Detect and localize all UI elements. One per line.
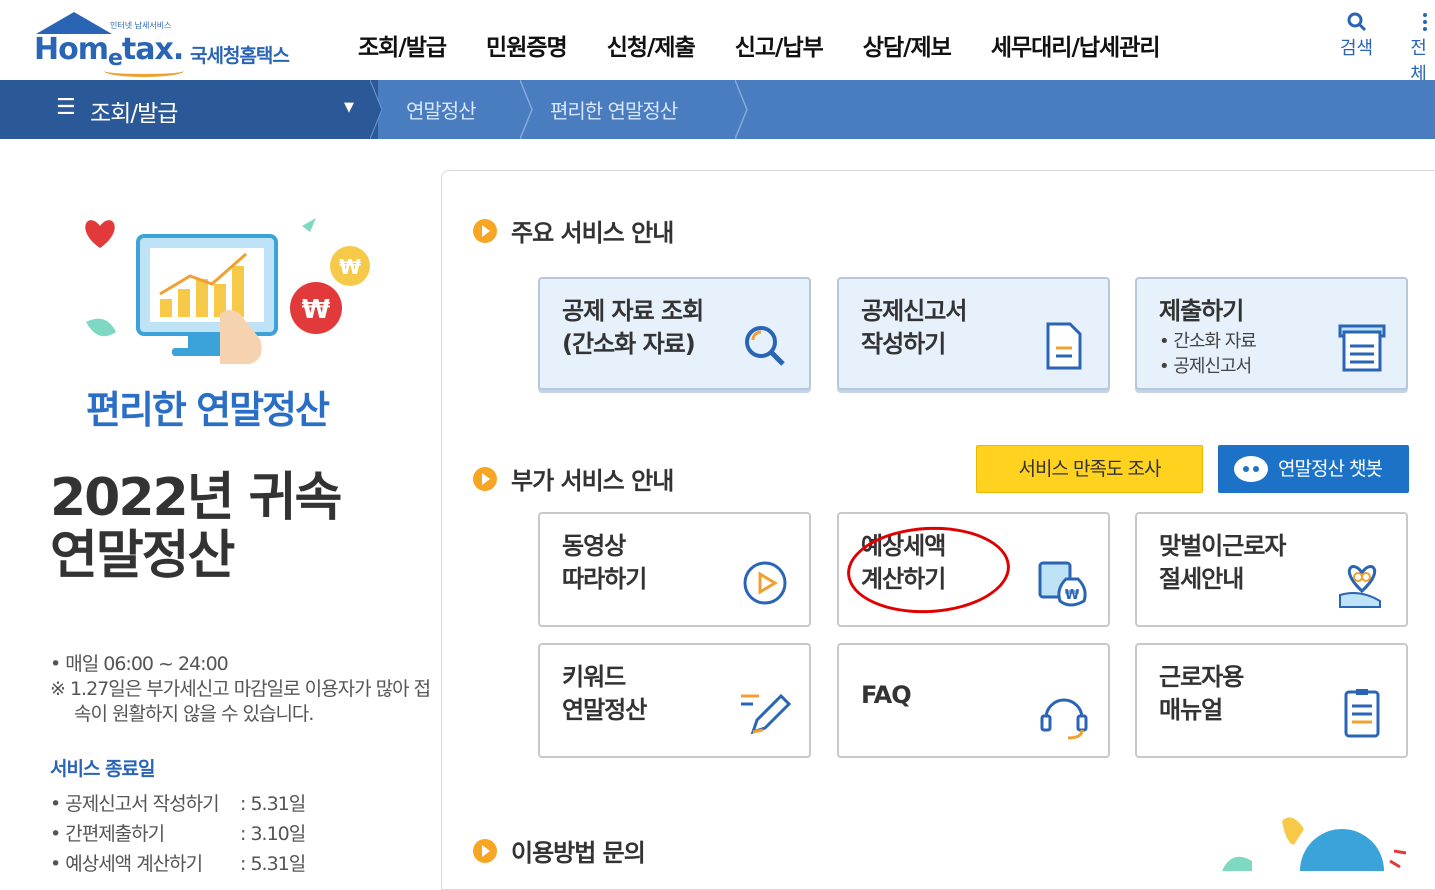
card-title: 동영상 따라하기 xyxy=(562,532,647,593)
year-heading: 2022년 귀속 연말정산 xyxy=(50,468,342,586)
list-item: • 공제신고서 작성하기 : 5.31일 xyxy=(50,789,306,819)
search-label: 검색 xyxy=(1340,38,1374,59)
card-title: FAQ xyxy=(861,681,912,709)
menu-item-report-payment[interactable]: 신고/납부 xyxy=(735,28,824,62)
chatbot-button[interactable]: 연말정산 챗봇 xyxy=(1218,445,1409,493)
end-item-date: : 3.10일 xyxy=(240,823,306,845)
breadcrumb-year-end[interactable]: 연말정산 xyxy=(406,95,477,124)
extra-services-heading: 부가 서비스 안내 xyxy=(473,461,674,496)
all-menu-button[interactable]: 전체 xyxy=(1402,10,1435,86)
satisfaction-survey-button[interactable]: 서비스 만족도 조사 xyxy=(976,445,1203,493)
end-item-label: • 간편제출하기 xyxy=(50,823,165,845)
menu-item-consult[interactable]: 상담/제보 xyxy=(863,28,952,62)
svg-text:₩: ₩ xyxy=(339,255,361,279)
end-item-date: : 5.31일 xyxy=(240,793,306,815)
card-title: 공제신고서 작성하기 xyxy=(861,297,967,358)
money-bag-icon: ₩ xyxy=(1038,561,1087,607)
breadcrumb-convenient-year-end[interactable]: 편리한 연말정산 xyxy=(550,95,678,124)
service-notice: ※ 1.27일은 부가세신고 마감일로 이용자가 많아 접속이 원활하지 않을 … xyxy=(50,678,431,725)
card-bullets: • 간소화 자료 • 공제신고서 xyxy=(1159,331,1257,377)
card-faq[interactable]: FAQ xyxy=(837,643,1110,758)
search-icon xyxy=(1347,12,1366,32)
left-panel: ₩ ₩ 편리한 연말정산 2022년 귀속 연말정산 • 매일 06:00 ~ … xyxy=(0,139,441,875)
category-label: 조회/발급 xyxy=(90,101,178,127)
card-deduction-lookup[interactable]: 공제 자료 조회 (간소화 자료) xyxy=(538,277,811,390)
magnifier-icon xyxy=(745,326,785,366)
svg-text:₩: ₩ xyxy=(1065,588,1080,603)
search-button[interactable]: 검색 xyxy=(1340,10,1373,60)
play-bullet-icon xyxy=(473,838,497,863)
end-item-label: • 예상세액 계산하기 xyxy=(50,853,203,875)
service-hours-text: • 매일 06:00 ~ 24:00 xyxy=(50,653,229,675)
card-title: 제출하기 xyxy=(1159,297,1244,325)
document-icon xyxy=(1046,322,1082,370)
submit-icon xyxy=(1338,324,1386,372)
pencil-icon xyxy=(741,693,792,735)
logo-wordmark: Hometax. xyxy=(34,32,184,71)
menu-item-application[interactable]: 신청/제출 xyxy=(607,28,696,62)
card-title: 맞벌이근로자 절세안내 xyxy=(1159,532,1286,593)
logo-tagline: 인터넷 납세서비스 xyxy=(110,21,172,30)
card-write-deduction-form[interactable]: 공제신고서 작성하기 xyxy=(837,277,1110,390)
main-services-heading: 주요 서비스 안내 xyxy=(473,213,674,248)
section-title-text: 이용방법 문의 xyxy=(511,839,646,867)
end-item-date: : 5.31일 xyxy=(240,853,306,875)
card-submit[interactable]: 제출하기 • 간소화 자료 • 공제신고서 xyxy=(1135,277,1408,390)
card-video-tutorial[interactable]: 동영상 따라하기 xyxy=(538,512,811,627)
card-title: 공제 자료 조회 (간소화 자료) xyxy=(562,297,704,358)
logo-swoosh-icon xyxy=(104,65,184,77)
end-item-label: • 공제신고서 작성하기 xyxy=(50,793,220,815)
menu-item-certificate[interactable]: 민원증명 xyxy=(486,28,568,62)
year-heading-line1: 2022년 귀속 xyxy=(50,468,342,528)
category-dropdown[interactable]: ☰ 조회/발급 ▼ xyxy=(0,80,378,139)
play-bullet-icon xyxy=(473,466,497,491)
all-menu-label: 전체 xyxy=(1410,38,1427,85)
hero-title: 편리한 연말정산 xyxy=(86,388,330,432)
headset-icon xyxy=(1040,698,1088,740)
menu-item-tax-agent[interactable]: 세무대리/납세관리 xyxy=(991,28,1161,62)
list-item: • 예상세액 계산하기 : 5.31일 xyxy=(50,849,306,879)
service-hours: • 매일 06:00 ~ 24:00 ※ 1.27일은 부가세신고 마감일로 이… xyxy=(50,652,441,727)
breadcrumb-separator-icon xyxy=(520,80,533,139)
heart-hand-icon xyxy=(1339,565,1381,608)
breadcrumb-separator-icon xyxy=(370,80,383,139)
section-title-text: 주요 서비스 안내 xyxy=(511,219,674,247)
breadcrumb-bar: ☰ 조회/발급 ▼ 연말정산 편리한 연말정산 xyxy=(0,80,1435,139)
chevron-down-icon: ▼ xyxy=(344,100,354,115)
section-title-text: 부가 서비스 안내 xyxy=(511,467,674,495)
manual-icon xyxy=(1344,689,1380,738)
support-illustration-icon xyxy=(1222,817,1407,871)
card-title: 키워드 연말정산 xyxy=(562,663,647,724)
monitor-chart-illustration-icon: ₩ ₩ xyxy=(85,218,370,364)
main-menu: 조회/발급 민원증명 신청/제출 신고/납부 상담/제보 세무대리/납세관리 xyxy=(358,28,1200,62)
chatbot-label: 연말정산 챗봇 xyxy=(1278,458,1383,480)
hometax-logo[interactable]: 인터넷 납세서비스 Hometax. 국세청홈택스 xyxy=(30,8,310,77)
svg-text:₩: ₩ xyxy=(302,295,331,325)
hamburger-icon: ☰ xyxy=(56,95,76,120)
service-end-list: • 공제신고서 작성하기 : 5.31일 • 간편제출하기 : 3.10일 • 예상… xyxy=(50,789,306,879)
top-header: 인터넷 납세서비스 Hometax. 국세청홈택스 조회/발급 민원증명 신청/… xyxy=(0,0,1435,85)
logo-roof-icon xyxy=(36,12,112,34)
list-item: • 간편제출하기 : 3.10일 xyxy=(50,819,306,849)
card-title: 근로자용 매뉴얼 xyxy=(1159,663,1244,724)
breadcrumb-separator-icon xyxy=(735,80,748,139)
chatbot-icon xyxy=(1234,456,1268,482)
play-icon xyxy=(743,561,787,605)
card-worker-manual[interactable]: 근로자용 매뉴얼 xyxy=(1135,643,1408,758)
logo-subtitle: 국세청홈택스 xyxy=(190,45,290,67)
service-end-title: 서비스 종료일 xyxy=(50,758,155,780)
menu-item-inquiry[interactable]: 조회/발급 xyxy=(358,28,447,62)
card-keyword-year-end[interactable]: 키워드 연말정산 xyxy=(538,643,811,758)
more-vertical-icon xyxy=(1422,13,1427,31)
year-heading-line2: 연말정산 xyxy=(50,526,235,586)
usage-inquiry-heading: 이용방법 문의 xyxy=(473,833,646,868)
card-dual-income-tips[interactable]: 맞벌이근로자 절세안내 xyxy=(1135,512,1408,627)
play-bullet-icon xyxy=(473,218,497,243)
